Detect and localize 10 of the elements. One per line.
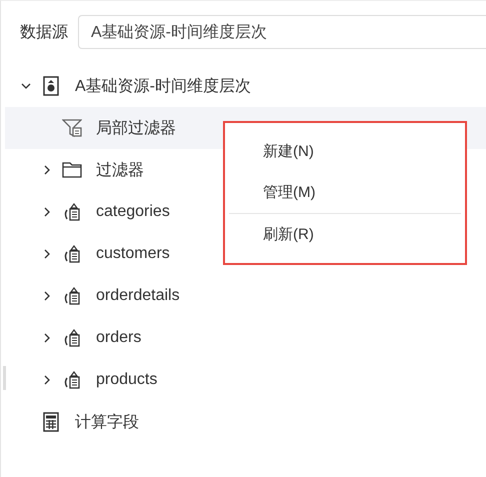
tree-label: A基础资源-时间维度层次 xyxy=(75,76,251,96)
tree-label: 局部过滤器 xyxy=(96,118,176,138)
datasource-label: 数据源 xyxy=(20,22,68,42)
tree-label: orderdetails xyxy=(96,287,180,305)
tree-label: products xyxy=(96,371,158,389)
tree-label: customers xyxy=(96,245,170,263)
tree-label: categories xyxy=(96,203,170,221)
tree-label: orders xyxy=(96,329,142,347)
tree-label: 过滤器 xyxy=(96,160,144,180)
tree-label: 计算字段 xyxy=(75,412,139,432)
